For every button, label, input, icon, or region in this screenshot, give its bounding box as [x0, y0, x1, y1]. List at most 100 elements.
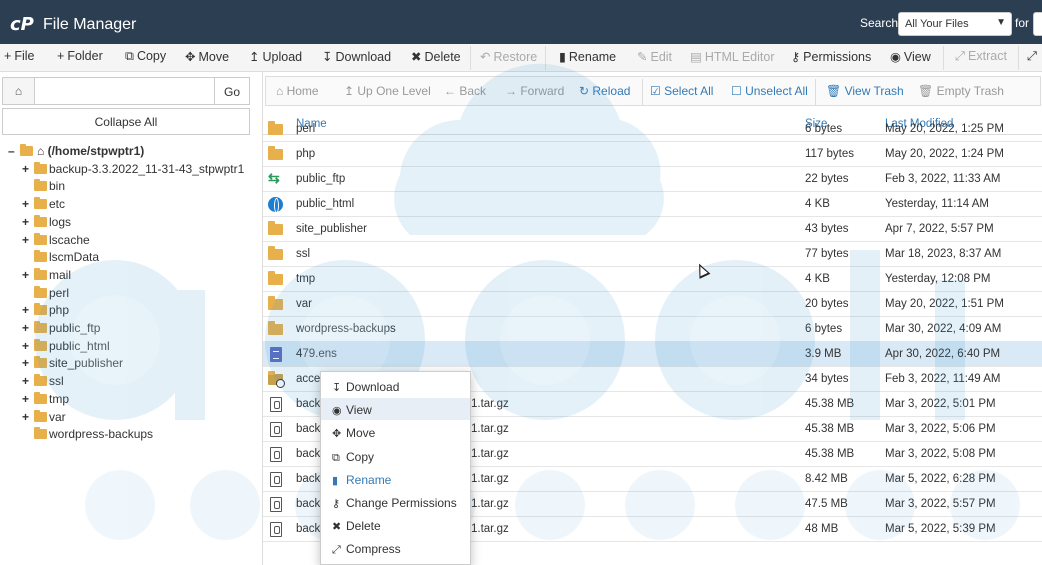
- tree-item[interactable]: + site_publisher: [22, 356, 123, 373]
- context-menu-item-view[interactable]: ◉ View: [321, 398, 470, 421]
- table-row[interactable]: ⇆ public_ftp 22 bytes Feb 3, 2022, 11:33 AM: [263, 167, 1042, 192]
- collapse-toggle-icon[interactable]: –: [8, 144, 20, 158]
- move-button[interactable]: ✥ Move: [185, 49, 229, 64]
- go-button[interactable]: Go: [214, 77, 250, 105]
- view-button-label: View: [903, 50, 931, 64]
- file-name-tail: 1.tar.gz: [471, 523, 509, 535]
- file-name[interactable]: site_publisher: [296, 223, 367, 235]
- copy-button[interactable]: ⧉ Copy: [125, 49, 166, 64]
- tree-item[interactable]: + backup-3.3.2022_11-31-43_stpwptr1: [22, 161, 244, 179]
- tree-item[interactable]: + ssl: [22, 374, 64, 391]
- expand-toggle-icon[interactable]: +: [22, 321, 34, 335]
- table-row[interactable]: wordpress-backups 6 bytes Mar 30, 2022, 4:…: [263, 317, 1042, 342]
- permissions-button[interactable]: ⚷ Permissions: [791, 49, 871, 64]
- tree-item[interactable]: bin: [22, 179, 65, 196]
- rename-button[interactable]: ▮ Rename: [559, 49, 616, 64]
- context-menu-item-copy[interactable]: ⧉ Copy: [321, 445, 470, 467]
- collapse-all-button[interactable]: Collapse All: [2, 108, 250, 135]
- tree-item-label: bin: [49, 179, 66, 194]
- table-row[interactable]: php 117 bytes May 20, 2022, 1:24 PM: [263, 142, 1042, 167]
- tree-item[interactable]: + logs: [22, 214, 71, 232]
- compress-toolbar-icon[interactable]: ⤢: [1027, 49, 1037, 64]
- tree-item[interactable]: + lscache: [22, 232, 90, 250]
- file-button[interactable]: + File: [4, 49, 34, 63]
- folder-icon: [34, 338, 47, 351]
- tree-item[interactable]: + php: [22, 303, 69, 320]
- folder-button[interactable]: + Folder: [57, 49, 103, 63]
- tree-item[interactable]: + mail: [22, 267, 71, 285]
- expand-toggle-icon[interactable]: +: [22, 339, 34, 353]
- expand-toggle-icon[interactable]: +: [22, 162, 34, 176]
- nav-home-button[interactable]: ⌂ Home: [276, 84, 319, 98]
- expand-toggle-icon[interactable]: +: [22, 374, 34, 388]
- tree-item[interactable]: + public_html: [22, 338, 110, 356]
- forward-button[interactable]: → Forward: [505, 84, 564, 98]
- table-row[interactable]: tmp 4 KB Yesterday, 12:08 PM: [263, 267, 1042, 292]
- empty-trash-button[interactable]: 🗑 Empty Trash: [918, 84, 1004, 98]
- search-scope-select[interactable]: All Your Files ▼: [898, 12, 1012, 36]
- view-button[interactable]: ◉ View: [890, 49, 931, 64]
- expand-toggle-icon[interactable]: +: [22, 392, 34, 406]
- back-button[interactable]: ← Back: [444, 84, 486, 98]
- permissions-button-label: Permissions: [803, 50, 872, 64]
- view-trash-button[interactable]: 🗑 View Trash: [826, 84, 904, 98]
- context-menu-item-download[interactable]: ↧ Download: [321, 375, 470, 397]
- cpanel-logo[interactable]: cP: [10, 14, 34, 35]
- table-row[interactable]: public_html 4 KB Yesterday, 11:14 AM: [263, 192, 1042, 217]
- file-name[interactable]: public_ftp: [296, 173, 345, 185]
- tree-item[interactable]: + var: [22, 409, 66, 427]
- file-name[interactable]: wordpress-backups: [296, 323, 396, 335]
- search-input[interactable]: [1033, 12, 1042, 36]
- expand-toggle-icon[interactable]: +: [22, 356, 34, 370]
- context-menu-item-move[interactable]: ✥ Move: [321, 421, 470, 443]
- table-row[interactable]: site_publisher 43 bytes Apr 7, 2022, 5:57 …: [263, 217, 1042, 242]
- expand-toggle-icon[interactable]: +: [22, 268, 34, 282]
- tree-item[interactable]: perl: [22, 285, 69, 303]
- select-all-button[interactable]: ☑ Select All: [650, 84, 713, 98]
- context-menu-item-rename[interactable]: ▮ Rename: [321, 468, 470, 490]
- edit-button[interactable]: ✎ Edit: [637, 49, 672, 64]
- context-menu-item-change-permissions[interactable]: ⚷ Change Permissions: [321, 491, 470, 513]
- file-modified: Yesterday, 12:08 PM: [885, 273, 991, 285]
- chevron-down-icon: ▼: [996, 17, 1006, 28]
- file-name[interactable]: ssl: [296, 248, 310, 260]
- file-name[interactable]: var: [296, 298, 312, 310]
- expand-toggle-icon[interactable]: +: [22, 197, 34, 211]
- home-icon[interactable]: ⌂: [2, 77, 35, 105]
- expand-toggle-icon[interactable]: +: [22, 303, 34, 317]
- extract-button[interactable]: ⤢ Extract: [955, 49, 1007, 64]
- restore-button[interactable]: ↶ Restore: [480, 49, 537, 64]
- table-row[interactable]: 479.ens 3.9 MB Apr 30, 2022, 6:40 PM: [263, 342, 1042, 367]
- reload-button[interactable]: ↻ Reload: [579, 84, 630, 98]
- tree-item[interactable]: + public_ftp: [22, 321, 100, 338]
- file-name[interactable]: 479.ens: [296, 348, 337, 360]
- upload-button[interactable]: ↥ Upload: [249, 49, 302, 64]
- up-one-level-button[interactable]: ↥ Up One Level: [344, 84, 431, 98]
- table-row[interactable]: ssl 77 bytes Mar 18, 2023, 8:37 AM: [263, 242, 1042, 267]
- tree-root[interactable]: – ⌂ (/home/stpwptr1): [8, 144, 144, 161]
- expand-toggle-icon[interactable]: +: [22, 233, 34, 247]
- file-name[interactable]: public_html: [296, 198, 354, 210]
- context-menu-item-delete[interactable]: ✖ Delete: [321, 514, 470, 536]
- html-editor-button[interactable]: ▤ HTML Editor: [690, 49, 775, 64]
- table-row[interactable]: perl 6 bytes May 20, 2022, 1:25 PM: [263, 117, 1042, 142]
- download-icon: ↧: [322, 50, 333, 64]
- tree-item-label: site_publisher: [49, 356, 124, 371]
- expand-toggle-icon[interactable]: +: [22, 410, 34, 424]
- file-name[interactable]: tmp: [296, 273, 315, 285]
- tree-item-label: lscmData: [49, 250, 100, 265]
- file-name[interactable]: php: [296, 148, 315, 160]
- expand-toggle-icon[interactable]: +: [22, 215, 34, 229]
- tree-item[interactable]: wordpress-backups: [22, 427, 153, 444]
- download-button[interactable]: ↧ Download: [322, 49, 391, 64]
- search-for-label: for: [1015, 16, 1030, 30]
- tree-item[interactable]: + etc: [22, 197, 65, 214]
- file-name[interactable]: perl: [296, 123, 315, 135]
- path-input[interactable]: [34, 77, 215, 105]
- tree-item[interactable]: lscmData: [22, 250, 99, 267]
- table-row[interactable]: var 20 bytes May 20, 2022, 1:51 PM: [263, 292, 1042, 317]
- context-menu-item-compress[interactable]: ⤢ Compress: [321, 537, 470, 559]
- tree-item[interactable]: + tmp: [22, 391, 69, 409]
- unselect-all-button[interactable]: ☐ Unselect All: [731, 84, 808, 98]
- delete-button[interactable]: ✖ Delete: [411, 49, 461, 64]
